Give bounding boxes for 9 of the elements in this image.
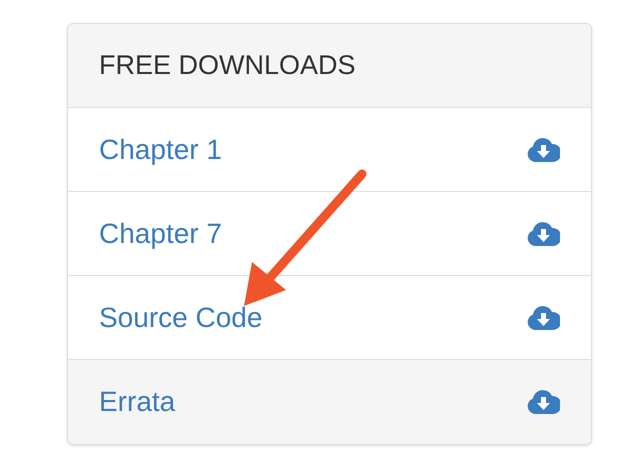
cloud-download-icon[interactable] [527,138,560,162]
cloud-download-icon[interactable] [527,390,560,414]
download-link[interactable]: Chapter 1 [99,128,222,170]
download-link[interactable]: Errata [99,381,176,423]
panel-title: FREE DOWNLOADS [99,49,356,82]
download-link[interactable]: Chapter 7 [99,212,222,254]
cloud-download-icon[interactable] [527,222,560,246]
download-link[interactable]: Source Code [99,296,262,338]
cloud-download-icon[interactable] [527,306,560,330]
